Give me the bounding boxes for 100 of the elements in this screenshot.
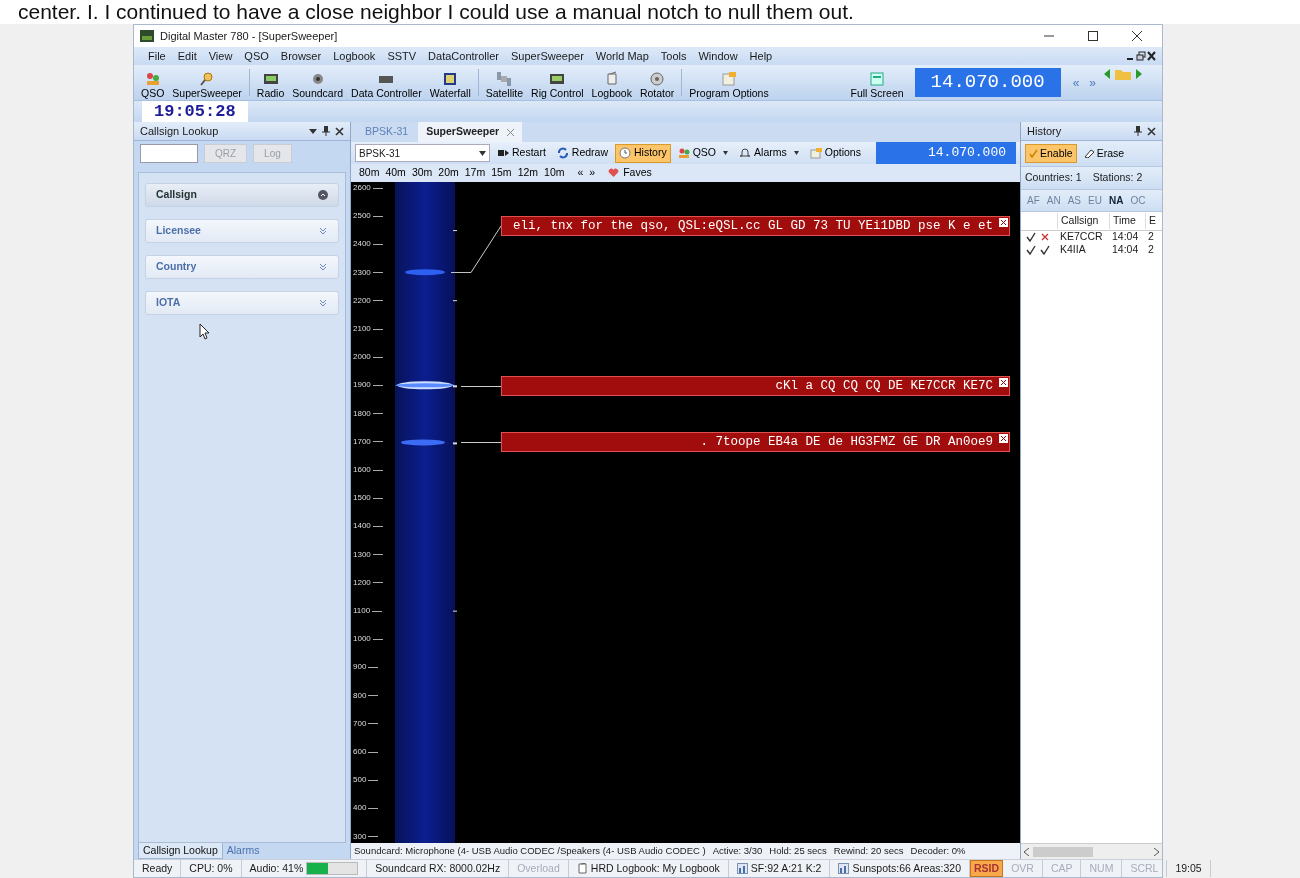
axis-label: 2500 (353, 210, 371, 223)
horizontal-scrollbar[interactable] (1021, 843, 1162, 859)
check-icon (1029, 149, 1038, 158)
band-button[interactable]: 20m (436, 165, 461, 181)
axis-label: 1300 (353, 548, 371, 561)
chevron-icon (318, 226, 328, 236)
pin-icon[interactable] (322, 126, 330, 136)
menu-item[interactable]: File (142, 47, 172, 65)
column-header[interactable]: Time (1109, 212, 1145, 229)
toolbar-button[interactable]: Redraw (552, 143, 613, 163)
menu-item[interactable]: Help (743, 47, 779, 65)
status-indicator: CAP (1042, 860, 1082, 877)
toolbar-button[interactable]: Alarms (735, 143, 803, 163)
axis-label: 1900 (353, 379, 371, 392)
toolbar-button[interactable]: Waterfall (426, 66, 474, 99)
menu-item[interactable]: SSTV (381, 47, 423, 65)
band-button[interactable]: 30m (409, 165, 435, 181)
menu-item[interactable]: Logbook (327, 47, 382, 65)
heart-icon (608, 168, 620, 178)
band-button[interactable]: 17m (462, 165, 488, 181)
accordion-header[interactable]: Country (145, 255, 339, 279)
enable-button[interactable]: Enable (1025, 144, 1077, 163)
frequency-display: 14.070.000 (914, 68, 1061, 97)
band-button[interactable]: 40m (383, 165, 408, 181)
table-cell-text: KE7CCR (1059, 229, 1104, 245)
toolbar-button[interactable]: Logbook (588, 66, 635, 99)
menu-item[interactable]: Browser (274, 47, 328, 65)
close-icon[interactable] (1146, 51, 1158, 61)
menu-item[interactable]: Tools (654, 47, 693, 65)
menu-item[interactable]: SuperSweeper (505, 47, 590, 65)
band-button[interactable]: 10m (542, 165, 567, 181)
toolbar-button[interactable]: Rotator (636, 66, 678, 99)
table-cell-text: K4IIA (1059, 242, 1087, 258)
axis-label: 2100 (353, 323, 371, 335)
close-icon[interactable] (335, 126, 344, 136)
menu-item[interactable]: Window (692, 47, 744, 65)
mode-dropdown[interactable]: BPSK-31 (355, 144, 490, 162)
callsign-input[interactable] (140, 144, 198, 163)
column-header[interactable]: E (1145, 212, 1159, 229)
toolbar-button[interactable]: Data Controller (348, 66, 425, 99)
nav-button[interactable]: « (575, 165, 586, 181)
eraser-icon (1083, 149, 1095, 158)
toolbar-button[interactable]: QSO (138, 66, 168, 99)
band-button[interactable]: 80m (357, 165, 382, 181)
close-icon[interactable] (999, 433, 1008, 443)
menu-item[interactable]: World Map (589, 47, 655, 65)
forward-arrow-icon[interactable] (1134, 66, 1144, 82)
full-screen-button[interactable]: Full Screen (847, 66, 907, 99)
restore-icon[interactable] (1136, 51, 1146, 61)
panel-tab[interactable]: Callsign Lookup (138, 843, 223, 859)
erase-button[interactable]: Erase (1079, 144, 1129, 163)
menu-item[interactable]: Edit (171, 47, 203, 65)
dropdown-icon[interactable] (309, 127, 317, 135)
collapse-icon (318, 190, 328, 200)
book-icon (576, 863, 588, 874)
accordion-header[interactable]: Licensee (145, 219, 339, 243)
menu-item[interactable]: View (202, 47, 239, 65)
toolbar-button[interactable]: Rig Control (528, 66, 587, 99)
toolbar-button[interactable]: QSO (673, 143, 733, 163)
axis-label: 600 (353, 746, 367, 759)
menu-item[interactable]: DataController (422, 47, 506, 65)
accordion-header[interactable]: Callsign (145, 183, 339, 207)
column-header[interactable]: Callsign (1057, 212, 1109, 229)
refresh-icon (556, 147, 569, 159)
toolbar-button[interactable]: Program Options (686, 66, 772, 99)
axis-label: 1600 (353, 464, 371, 477)
toolbar-button[interactable]: History (615, 143, 671, 163)
leader-line (461, 441, 501, 443)
window-title: Digital Master 780 - [SuperSweeper] (160, 28, 338, 44)
axis-label: 1400 (353, 520, 371, 533)
toolbar-button[interactable]: Restart (493, 143, 550, 163)
menu-item[interactable]: QSO (238, 47, 275, 65)
close-icon[interactable] (999, 377, 1008, 387)
screen-icon (442, 71, 459, 87)
nav-button[interactable]: » (587, 165, 598, 181)
toolbar-button[interactable]: Satellite (482, 66, 527, 99)
toolbar-button[interactable]: Soundcard (289, 66, 347, 99)
accordion-header[interactable]: IOTA (145, 291, 339, 315)
band-button[interactable]: 12m (515, 165, 541, 181)
continent-filter[interactable]: NA (1106, 192, 1126, 208)
axis-label: 400 (353, 802, 367, 815)
close-icon[interactable] (1147, 126, 1156, 136)
toolbar-button[interactable]: Options (805, 143, 865, 163)
axis-label: 500 (353, 774, 367, 787)
faves-button[interactable]: Faves (606, 165, 654, 181)
chart-icon (736, 863, 748, 874)
bell-icon (739, 147, 752, 159)
status-text: Soundcard RX: 8000.02Hz (367, 860, 510, 877)
back-arrow-icon[interactable] (1102, 66, 1112, 82)
axis-label: 2200 (353, 294, 371, 307)
close-icon[interactable] (999, 218, 1008, 228)
axis-label: 700 (353, 717, 367, 730)
status-text: Rewind: 20 secs (833, 843, 904, 858)
pin-icon[interactable] (1134, 126, 1142, 136)
document-tab[interactable]: SuperSweeper (418, 122, 523, 142)
axis-label: 900 (353, 661, 367, 674)
toolbar-button[interactable]: SuperSweeper (169, 66, 245, 99)
band-button[interactable]: 15m (489, 165, 514, 181)
panel-tab[interactable]: Alarms (222, 843, 264, 859)
toolbar-button[interactable]: Radio (253, 66, 288, 99)
